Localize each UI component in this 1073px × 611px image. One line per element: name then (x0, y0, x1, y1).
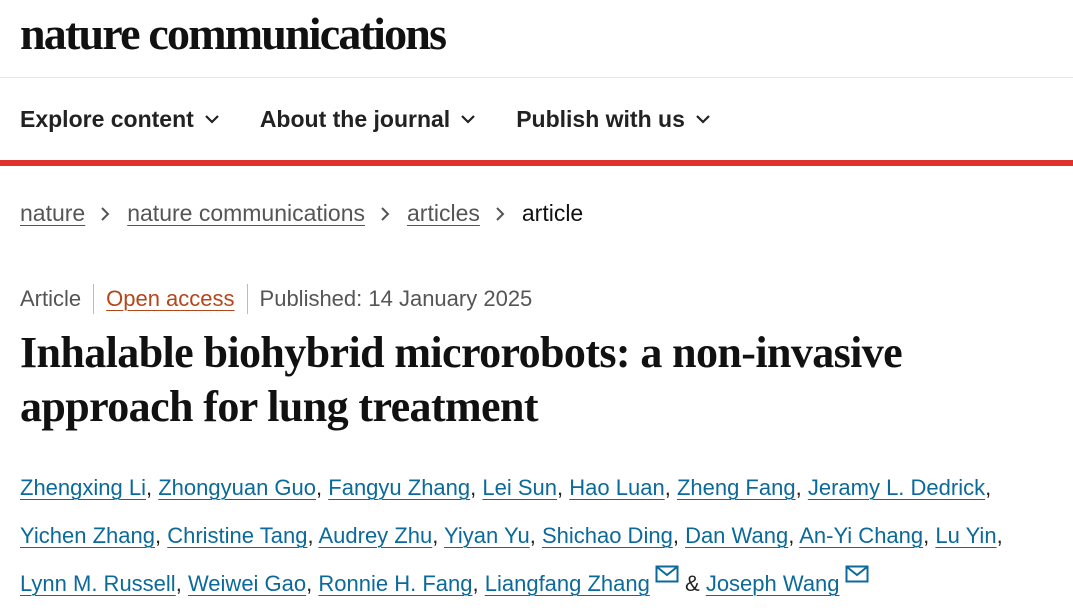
author-separator: , (795, 475, 802, 500)
author-item: An-Yi Chang, (799, 523, 929, 548)
author-separator: , (145, 475, 153, 500)
author-item: Fangyu Zhang, (328, 475, 476, 500)
author-item: Zheng Fang, (677, 475, 802, 500)
author-separator: , (557, 475, 564, 500)
author-link[interactable]: Liangfang Zhang (485, 571, 650, 596)
article-meta: Article Open access Published: 14 Januar… (20, 284, 532, 314)
breadcrumb-nature-communications[interactable]: nature communications (127, 200, 365, 227)
author-item: Dan Wang, (685, 523, 794, 548)
author-separator: , (316, 475, 323, 500)
author-link[interactable]: Lynn M. Russell (20, 571, 176, 596)
author-conjunction: & (685, 571, 700, 596)
author-separator: , (664, 475, 671, 500)
author-link[interactable]: Yiyan Yu (444, 523, 530, 548)
author-link[interactable]: Christine Tang (167, 523, 307, 548)
breadcrumb: nature nature communications articles ar… (20, 200, 583, 227)
author-separator: , (154, 523, 162, 548)
author-item: Hao Luan, (569, 475, 671, 500)
author-link[interactable]: Zhongyuan Guo (158, 475, 316, 500)
breadcrumb-nature[interactable]: nature (20, 200, 85, 227)
nav-publish-with-us[interactable]: Publish with us (516, 106, 711, 133)
author-item: Ronnie H. Fang, (318, 571, 478, 596)
site-header: nature communications (0, 0, 1073, 78)
author-item: Yiyan Yu, (444, 523, 536, 548)
author-link[interactable]: Yichen Zhang (20, 523, 155, 548)
author-link[interactable]: Hao Luan (569, 475, 664, 500)
author-link[interactable]: Shichao Ding (542, 523, 673, 548)
author-link[interactable]: An-Yi Chang (799, 523, 923, 548)
author-separator: , (788, 523, 795, 548)
author-item: Shichao Ding, (542, 523, 679, 548)
email-icon[interactable] (845, 565, 869, 583)
article-title: Inhalable biohybrid microrobots: a non-i… (20, 328, 903, 431)
author-link[interactable]: Lu Yin (935, 523, 996, 548)
nav-label: About the journal (259, 105, 451, 132)
author-link[interactable]: Ronnie H. Fang (318, 571, 472, 596)
nav-explore-content[interactable]: Explore content (20, 106, 220, 133)
author-link[interactable]: Zheng Fang (677, 475, 796, 500)
author-item: Lei Sun, (482, 475, 563, 500)
author-link[interactable]: Lei Sun (482, 475, 557, 500)
meta-divider (246, 284, 248, 314)
breadcrumb-articles[interactable]: articles (407, 200, 480, 227)
author-link[interactable]: Joseph Wang (706, 571, 840, 596)
author-item: Weiwei Gao, (188, 571, 312, 596)
author-item: Liangfang Zhang (485, 565, 679, 596)
author-separator: , (470, 475, 477, 500)
author-separator: , (432, 523, 439, 548)
author-separator: , (923, 523, 930, 548)
author-link[interactable]: Jeramy L. Dedrick (808, 475, 985, 500)
author-separator: , (307, 523, 314, 548)
open-access-link[interactable]: Open access (106, 286, 234, 312)
chevron-down-icon (205, 115, 219, 124)
chevron-right-icon (101, 206, 110, 221)
author-separator: , (672, 523, 679, 548)
author-item: Yichen Zhang, (20, 523, 161, 548)
author-list: Zhengxing Li, Zhongyuan Guo, Fangyu Zhan… (20, 464, 1065, 608)
published-date: Published: 14 January 2025 (259, 286, 533, 311)
author-item: Jeramy L. Dedrick, (808, 475, 991, 500)
nav-about-journal[interactable]: About the journal (260, 106, 476, 133)
author-item: Christine Tang, (167, 523, 313, 548)
author-separator: , (996, 523, 1003, 548)
author-item: Audrey Zhu, (318, 523, 438, 548)
email-icon[interactable] (655, 565, 679, 583)
author-item: Zhengxing Li, (20, 475, 152, 500)
author-separator: , (472, 571, 479, 596)
chevron-right-icon (381, 206, 390, 221)
chevron-down-icon (696, 115, 710, 124)
author-separator: , (985, 475, 992, 500)
article-type: Article (20, 286, 82, 311)
author-link[interactable]: Weiwei Gao (188, 571, 306, 596)
author-item: Zhongyuan Guo, (158, 475, 322, 500)
author-link[interactable]: Audrey Zhu (318, 523, 432, 548)
author-separator: , (529, 523, 536, 548)
chevron-down-icon (461, 115, 475, 124)
main-nav: Explore content About the journal Publis… (0, 78, 1073, 166)
author-item: Lu Yin, (935, 523, 1002, 548)
chevron-right-icon (496, 206, 505, 221)
author-link[interactable]: Fangyu Zhang (328, 475, 470, 500)
breadcrumb-current: article (521, 200, 584, 226)
author-item: Joseph Wang (706, 565, 869, 596)
author-separator: , (306, 571, 313, 596)
nav-label: Explore content (20, 105, 194, 132)
nav-label: Publish with us (516, 105, 685, 132)
meta-divider (93, 284, 95, 314)
author-link[interactable]: Zhengxing Li (20, 475, 146, 500)
author-item: Lynn M. Russell, (20, 571, 182, 596)
author-separator: , (175, 571, 182, 596)
author-link[interactable]: Dan Wang (685, 523, 788, 548)
journal-logo[interactable]: nature communications (20, 6, 447, 62)
